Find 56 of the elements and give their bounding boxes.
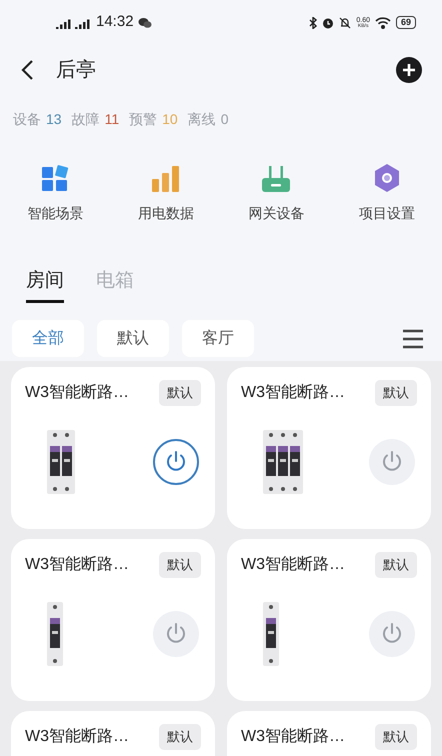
stat-label: 故障 [72,110,100,128]
plus-icon [402,63,416,77]
stat-value: 13 [46,110,62,128]
tab[interactable]: 房间 [26,263,64,303]
wifi-icon [374,16,391,28]
bar-chart-icon [150,165,181,193]
device-card[interactable]: W3智能断路… 默认 [227,539,431,701]
power-button[interactable] [153,439,199,486]
power-button[interactable] [369,439,415,486]
stat-label: 预警 [129,110,158,128]
bell-off-icon [339,16,352,28]
power-button[interactable] [369,611,415,658]
device-name: W3智能断路… [25,726,129,747]
device-tag: 默认 [159,724,201,750]
stat-value: 0 [220,110,228,128]
device-card[interactable]: W3智能断路… 默认 [11,367,215,529]
shortcut-button[interactable]: 智能场景 [0,163,110,241]
stat-value: 10 [162,110,178,128]
device-tag: 默认 [375,724,417,750]
router-icon [261,165,292,193]
stat-value: 11 [104,110,120,128]
page-title: 后亭 [56,58,96,83]
menu-button[interactable] [402,328,424,348]
add-button[interactable] [396,57,422,83]
device-name: W3智能断路… [241,554,345,575]
device-card[interactable]: W3智能断路… 默认 [227,367,431,529]
back-icon [20,59,34,81]
menu-icon [402,328,424,348]
filter-chip[interactable]: 默认 [97,320,169,357]
shortcut-button[interactable]: 项目设置 [332,163,442,241]
back-button[interactable] [20,59,34,81]
signal-icon [56,16,92,28]
device-card[interactable]: W3智能断路… 默认 [11,539,215,701]
status-time: 14:32 [96,12,134,32]
tiles-icon [41,165,70,193]
power-button[interactable] [153,611,199,658]
bluetooth-icon [309,16,318,28]
device-name: W3智能断路… [25,382,129,403]
chat-icon [138,16,152,28]
device-tag: 默认 [159,552,201,578]
device-name: W3智能断路… [241,382,345,403]
shortcut-button[interactable]: 网关设备 [221,163,332,241]
shortcut-button[interactable]: 用电数据 [110,163,221,241]
alarm-icon [322,16,334,28]
stat-label: 设备 [13,110,41,128]
device-name: W3智能断路… [241,726,345,747]
filter-chip[interactable]: 全部 [12,320,84,357]
device-tag: 默认 [375,552,417,578]
device-card[interactable]: W3智能断路… 默认 [11,711,215,756]
filter-chip[interactable]: 客厅 [182,320,254,357]
battery-indicator: 69 [396,16,416,29]
stat-label: 离线 [188,110,216,128]
device-tag: 默认 [159,380,201,406]
device-tag: 默认 [375,380,417,406]
device-name: W3智能断路… [25,554,129,575]
device-card[interactable]: W3智能断路… 默认 [227,711,431,756]
